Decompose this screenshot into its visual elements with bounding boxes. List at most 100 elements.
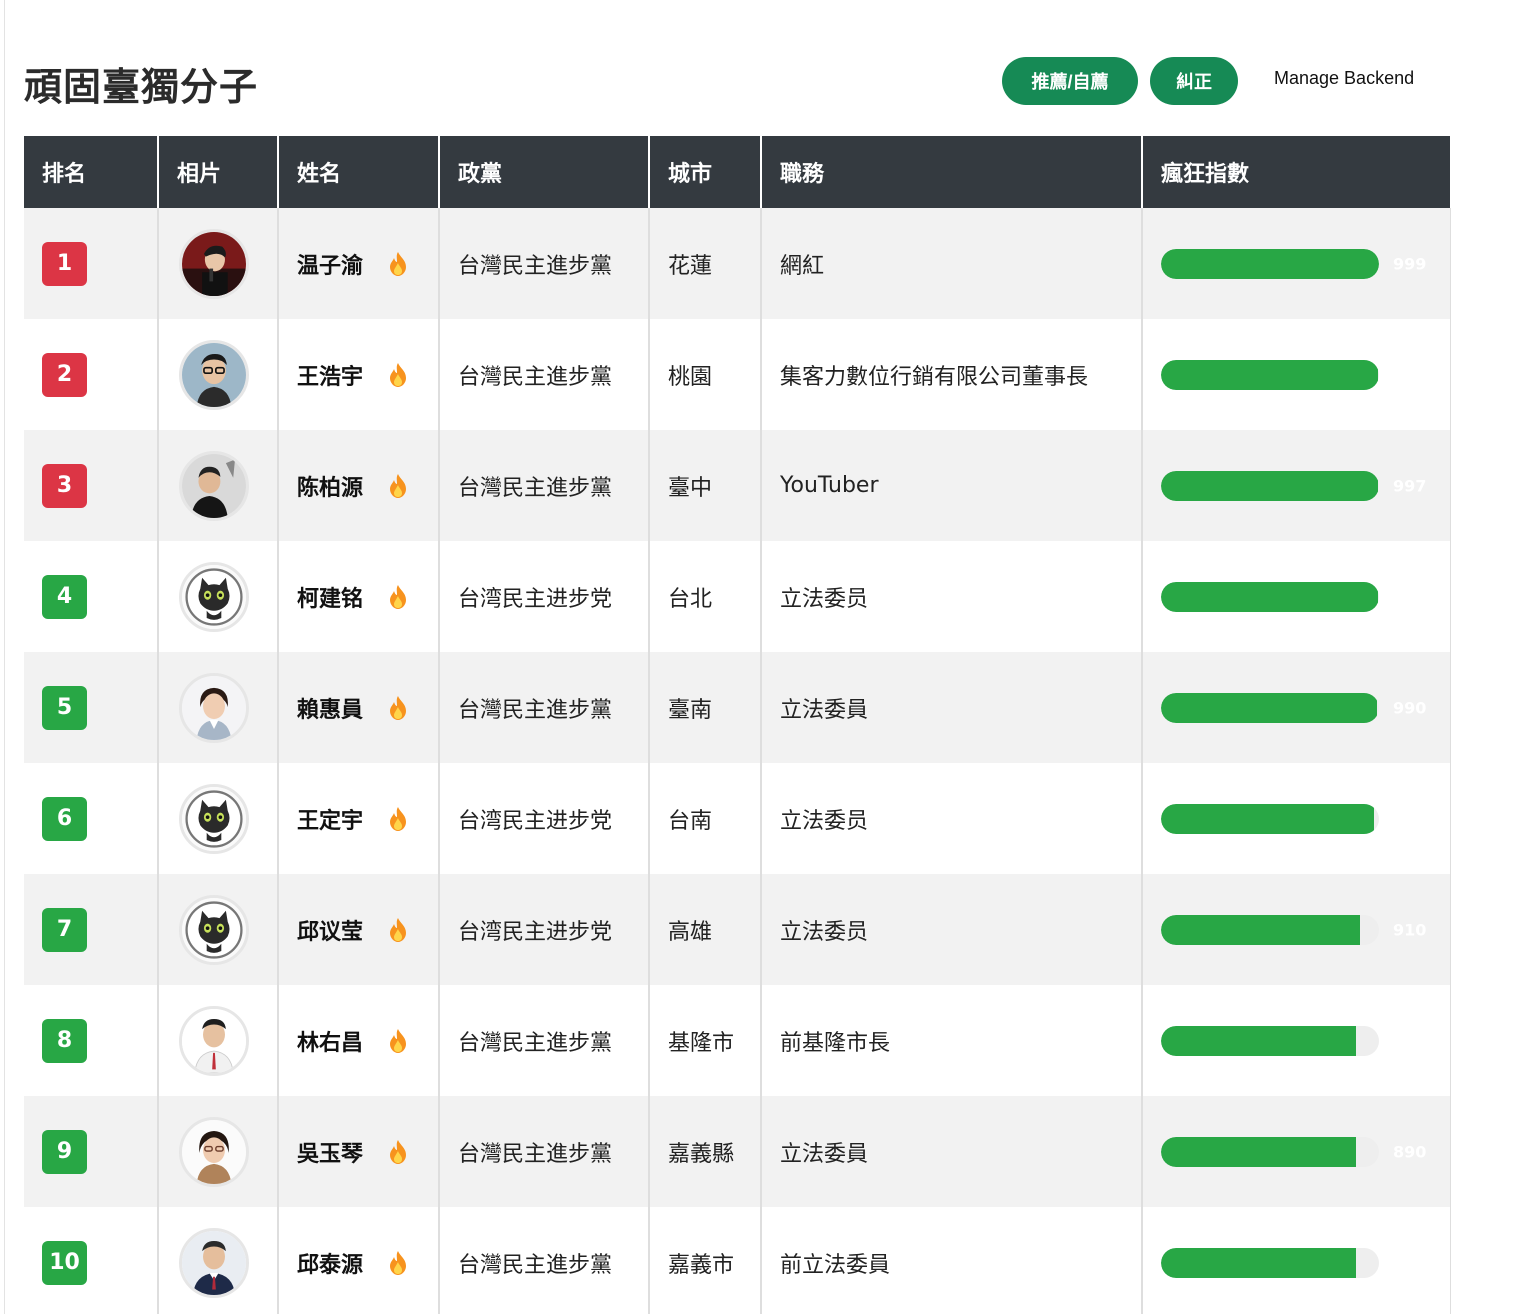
column-header-city: 城市: [649, 136, 762, 208]
score-bar-fill: [1161, 1136, 1357, 1167]
rank-badge: 5: [42, 685, 87, 730]
flame-icon: [387, 917, 409, 943]
score-label: 999: [1393, 254, 1427, 273]
ranking-table: 排名 相片 姓名 政黨 城市 職務 瘋狂指數 1 温子渝 台灣民主進步黨 花蓮 網紅 99…: [24, 136, 1451, 1314]
recommend-button[interactable]: 推薦/自薦: [1002, 57, 1138, 105]
avatar[interactable]: [179, 450, 249, 521]
person-name[interactable]: 温子渝: [297, 248, 387, 280]
score-bar: [1161, 1136, 1379, 1167]
city-cell: 花蓮: [649, 208, 762, 319]
photo-cell: [158, 430, 279, 541]
name-cell: 邱泰源: [278, 1207, 440, 1314]
score-bar-fill: [1161, 359, 1378, 390]
score-bar: [1161, 1247, 1379, 1278]
score-bar: [1161, 359, 1379, 390]
column-header-name: 姓名: [278, 136, 440, 208]
person-name[interactable]: 吳玉琴: [297, 1136, 387, 1168]
score-cell: 999: [1142, 208, 1451, 319]
photo-cell: [158, 208, 279, 319]
table-row[interactable]: 8 林右昌 台灣民主進步黨 基隆市 前基隆市長: [24, 985, 1451, 1096]
role-cell: 立法委员: [761, 763, 1143, 874]
name-cell: 吳玉琴: [278, 1096, 440, 1207]
table-row[interactable]: 10 邱泰源 台灣民主進步黨 嘉義市 前立法委員: [24, 1207, 1451, 1314]
person-name[interactable]: 邱议莹: [297, 914, 387, 946]
score-cell: [1142, 763, 1451, 874]
score-bar: [1161, 803, 1379, 834]
table-row[interactable]: 7 邱议莹 台湾民主进步党 高雄 立法委员 910: [24, 874, 1451, 985]
rank-badge: 9: [42, 1129, 87, 1174]
party-cell: 台湾民主进步党: [439, 541, 650, 652]
rank-cell: 3: [24, 430, 159, 541]
table-row[interactable]: 6 王定宇 台湾民主进步党 台南 立法委员: [24, 763, 1451, 874]
table-row[interactable]: 9 吳玉琴 台灣民主進步黨 嘉義縣 立法委員 890: [24, 1096, 1451, 1207]
photo-cell: [158, 1207, 279, 1314]
score-cell: 990: [1142, 652, 1451, 763]
photo-cell: [158, 652, 279, 763]
flame-icon: [387, 1139, 409, 1165]
column-header-role: 職務: [761, 136, 1143, 208]
page-header: 頑固臺獨分子 推薦/自薦 糾正 Manage Backend: [24, 48, 1450, 114]
party-cell: 台湾民主进步党: [439, 763, 650, 874]
correct-button[interactable]: 糾正: [1150, 57, 1238, 105]
avatar[interactable]: [179, 894, 249, 965]
person-name[interactable]: 林右昌: [297, 1025, 387, 1057]
avatar[interactable]: [179, 783, 249, 854]
name-cell: 林右昌: [278, 985, 440, 1096]
person-name[interactable]: 王定宇: [297, 803, 387, 835]
score-bar: [1161, 581, 1379, 612]
table-row[interactable]: 3 陈柏源 台灣民主進步黨 臺中 YouTuber 997: [24, 430, 1451, 541]
avatar[interactable]: [179, 1227, 249, 1298]
table-row[interactable]: 2 王浩宇 台灣民主進步黨 桃園 集客力數位行銷有限公司董事長: [24, 319, 1451, 430]
flame-icon: [387, 251, 409, 277]
score-cell: [1142, 1207, 1451, 1314]
city-cell: 嘉義縣: [649, 1096, 762, 1207]
rank-cell: 7: [24, 874, 159, 985]
page-left-border: [4, 0, 5, 1314]
person-name[interactable]: 賴惠員: [297, 692, 387, 724]
party-cell: 台灣民主進步黨: [439, 319, 650, 430]
rank-badge: 6: [42, 796, 87, 841]
avatar[interactable]: [179, 561, 249, 632]
table-row[interactable]: 5 賴惠員 台灣民主進步黨 臺南 立法委員 990: [24, 652, 1451, 763]
rank-badge: 3: [42, 463, 87, 508]
rank-badge: 7: [42, 907, 87, 952]
city-cell: 高雄: [649, 874, 762, 985]
rank-cell: 10: [24, 1207, 159, 1314]
avatar[interactable]: [179, 1116, 249, 1187]
table-row[interactable]: 1 温子渝 台灣民主進步黨 花蓮 網紅 999: [24, 208, 1451, 319]
person-name[interactable]: 陈柏源: [297, 470, 387, 502]
rank-badge: 10: [42, 1240, 87, 1285]
manage-backend-link[interactable]: Manage Backend: [1274, 68, 1414, 89]
name-cell: 邱议莹: [278, 874, 440, 985]
city-cell: 嘉義市: [649, 1207, 762, 1314]
score-bar-fill: [1161, 1025, 1357, 1056]
rank-badge: 2: [42, 352, 87, 397]
avatar[interactable]: [179, 339, 249, 410]
person-name[interactable]: 柯建铭: [297, 581, 387, 613]
party-cell: 台湾民主进步党: [439, 874, 650, 985]
photo-cell: [158, 1096, 279, 1207]
score-bar-fill: [1161, 1247, 1357, 1278]
role-cell: 立法委员: [761, 541, 1143, 652]
score-bar: [1161, 1025, 1379, 1056]
column-header-photo: 相片: [158, 136, 279, 208]
avatar[interactable]: [179, 1005, 249, 1076]
rank-badge: 8: [42, 1018, 87, 1063]
score-label: 890: [1393, 1142, 1427, 1161]
person-name[interactable]: 邱泰源: [297, 1247, 387, 1279]
name-cell: 王定宇: [278, 763, 440, 874]
person-name[interactable]: 王浩宇: [297, 359, 387, 391]
avatar[interactable]: [179, 228, 249, 299]
rank-cell: 9: [24, 1096, 159, 1207]
rank-cell: 6: [24, 763, 159, 874]
score-bar-fill: [1161, 581, 1378, 612]
name-cell: 賴惠員: [278, 652, 440, 763]
city-cell: 台北: [649, 541, 762, 652]
party-cell: 台灣民主進步黨: [439, 208, 650, 319]
table-row[interactable]: 4 柯建铭 台湾民主进步党 台北 立法委员: [24, 541, 1451, 652]
city-cell: 基隆市: [649, 985, 762, 1096]
photo-cell: [158, 319, 279, 430]
avatar[interactable]: [179, 672, 249, 743]
name-cell: 柯建铭: [278, 541, 440, 652]
score-bar: [1161, 470, 1379, 501]
